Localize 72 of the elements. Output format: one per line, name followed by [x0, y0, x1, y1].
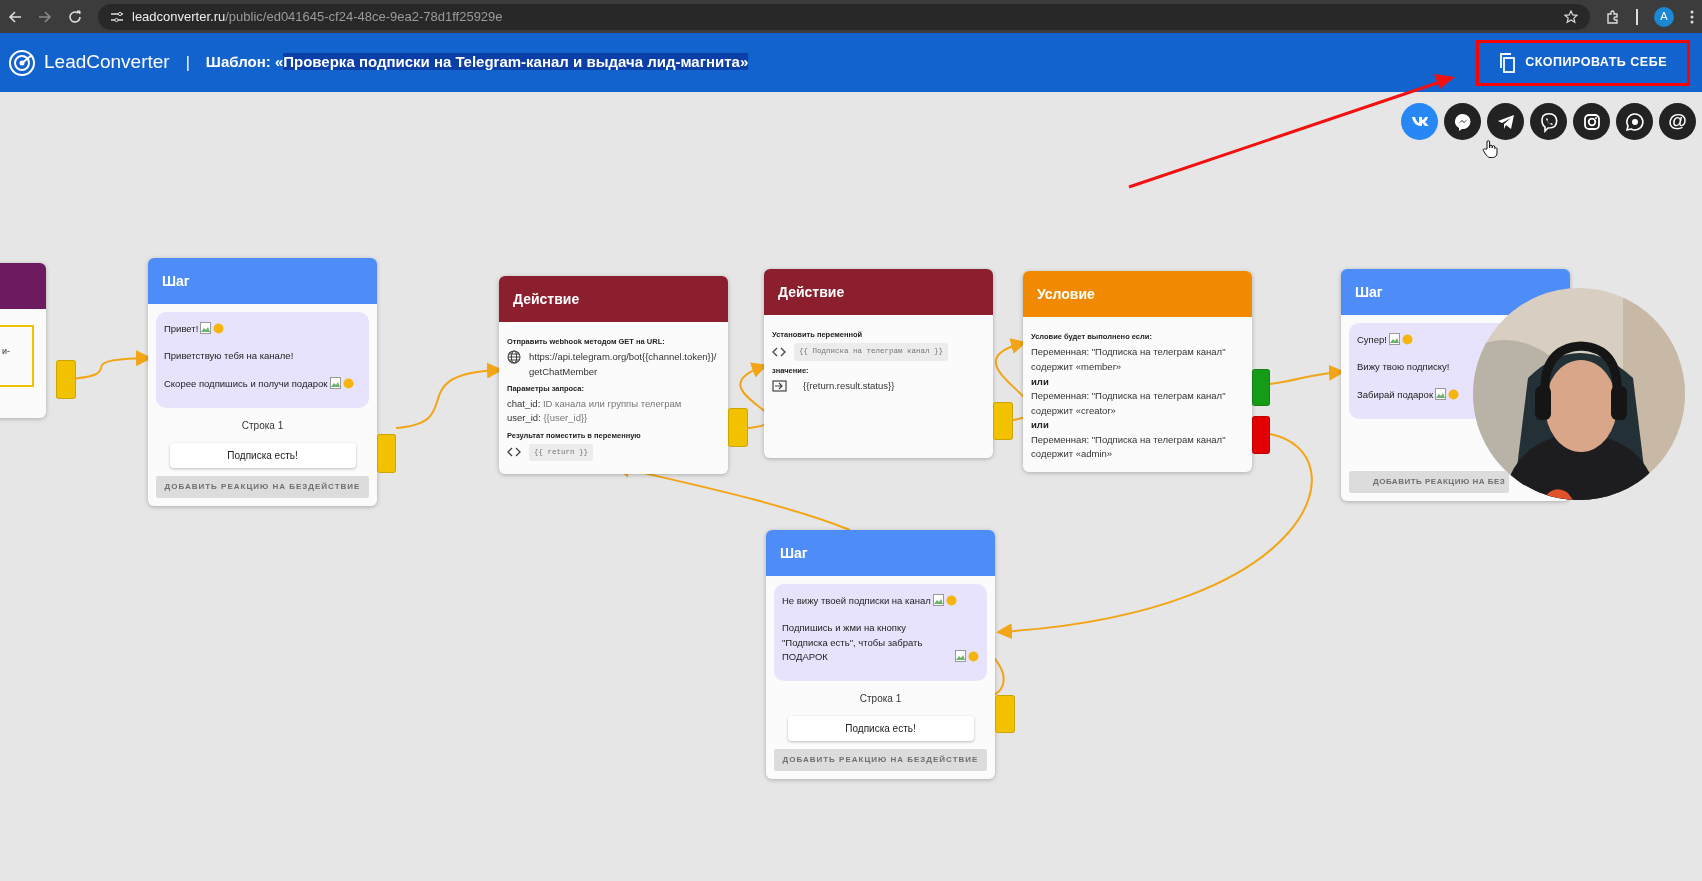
message-text: Супер! — [1357, 333, 1387, 347]
flow-node[interactable]: Шаг Привет! Приветствую тебя на канале! Скорее подпишись и получи подарок Строка 1 Подписка есть! ДОБАВИТЬ РЕАКЦИЮ НА БЕЗДЕЙСТВИЕ — [148, 258, 377, 506]
emoji-icon — [342, 377, 354, 389]
globe-icon — [507, 350, 521, 365]
emoji-icon — [968, 651, 979, 662]
share-button[interactable] — [1530, 103, 1567, 140]
or-label: или — [1031, 374, 1050, 389]
condition-text: Переменная: "Подписка на телеграм канал" содержит «creator» — [1031, 388, 1227, 418]
value-text: {{return.result.status}} — [803, 378, 895, 393]
code-icon — [507, 446, 521, 459]
emoji-icon — [945, 595, 957, 607]
reload-icon[interactable] — [68, 9, 82, 24]
more-icon[interactable] — [1690, 9, 1694, 24]
hand-cursor-icon — [1482, 140, 1498, 158]
share-button[interactable] — [1616, 103, 1653, 140]
profile-avatar[interactable]: A — [1654, 6, 1674, 27]
node-header: Условие — [1023, 271, 1252, 317]
node-header: Действие — [499, 276, 728, 322]
node-header: Шаг — [148, 258, 377, 304]
code-icon — [772, 345, 786, 358]
share-button[interactable] — [1487, 103, 1524, 140]
share-button[interactable] — [1444, 103, 1481, 140]
forward-icon[interactable] — [38, 9, 52, 24]
emoji-icon — [213, 323, 225, 335]
toolbar-divider-icon — [1636, 8, 1638, 25]
copy-icon — [1499, 52, 1516, 73]
share-button[interactable] — [1573, 103, 1610, 140]
node-header: Действие — [764, 269, 993, 315]
site-info-icon[interactable] — [110, 10, 124, 23]
param-text: chat_id: ID канала или группы телеграм — [507, 397, 683, 411]
condition-text: Переменная: "Подписка на телеграм канал" содержит «member» — [1031, 345, 1227, 374]
extension-icon[interactable] — [1606, 9, 1620, 24]
message-text: Скорее подпишись и получи подарок — [164, 376, 328, 391]
star-icon[interactable] — [1564, 9, 1578, 24]
template-title: Шаблон: «Проверка подписки на Telegram-канал и выдача лид-магнита» — [205, 52, 749, 73]
share-button[interactable]: @ — [1659, 103, 1696, 140]
emoji-icon — [1401, 334, 1413, 346]
message-text: Привет! — [164, 322, 199, 336]
message-text: Вижу твою подписку! — [1357, 360, 1450, 375]
url-text: leadconverter.ru/public/ed041645-cf24-48ce-9ea2-78d1ff25929e — [132, 7, 503, 26]
node-header — [0, 263, 46, 309]
back-icon[interactable] — [8, 9, 22, 24]
reply-button[interactable]: Подписка есть! — [169, 442, 356, 468]
or-label: или — [1031, 418, 1050, 433]
row-label: Строка 1 — [240, 418, 285, 433]
emoji-icon — [1448, 388, 1460, 400]
node-header: Шаг — [1341, 269, 1570, 315]
add-idle-reaction-button[interactable]: ДОБАВИТЬ РЕАКЦИЮ НА БЕЗДЕЙСТВИЕ — [156, 475, 369, 498]
row-label: Строка 1 — [858, 692, 903, 706]
enter-icon — [772, 379, 787, 392]
flow-node[interactable]: Шаг Не вижу твоей подписки на канал Подпишись и жми на кнопку "Подписка есть", чтобы забрать ПОДАРОК Строка 1 Подписка есть! ДОБАВИТЬ РЕАКЦИЮ НА БЕЗДЕЙСТВИЕ — [766, 530, 995, 779]
flow-node[interactable] — [499, 276, 728, 474]
node-header: Шаг — [766, 530, 995, 576]
copy-button[interactable]: СКОПИРОВАТЬ СЕБЕ — [1493, 48, 1673, 77]
reply-button[interactable]: Подписка есть! — [787, 716, 974, 741]
message-text: и- — [2, 346, 11, 356]
logo-icon — [8, 48, 36, 77]
condition-text: Переменная: "Подписка на телеграм канал" содержит «admin» — [1031, 432, 1227, 462]
message-text: Забирай подарок — [1357, 387, 1434, 402]
address-bar[interactable]: leadconverter.ru/public/ed041645-cf24-48ce-9ea2-78d1ff25929e — [98, 3, 1590, 30]
add-idle-reaction-button[interactable]: ДОБАВИТЬ РЕАКЦИЮ НА БЕЗ — [1349, 470, 1510, 493]
add-idle-reaction-button[interactable]: ДОБАВИТЬ РЕАКЦИЮ НА БЕЗДЕЙСТВИЕ — [774, 749, 987, 771]
brand-name: LeadConverter — [44, 50, 170, 75]
url-text: https://api.telegram.org/bot{{channel.token}}/getChatMember — [529, 350, 718, 379]
message-text: Не вижу твоей подписки на канал — [782, 594, 931, 608]
header-separator: | — [185, 52, 190, 73]
param-text: user_id: {{user_id}} — [507, 411, 589, 426]
whatsapp-icon — [1623, 110, 1646, 133]
flow-node[interactable] — [1023, 271, 1252, 473]
message-text: Приветствую тебя на канале! — [164, 349, 294, 364]
flow-node[interactable]: и- — [0, 263, 46, 418]
message-text: Подпишись и жми на кнопку "Подписка есть", чтобы забрать ПОДАРОК — [782, 621, 924, 664]
